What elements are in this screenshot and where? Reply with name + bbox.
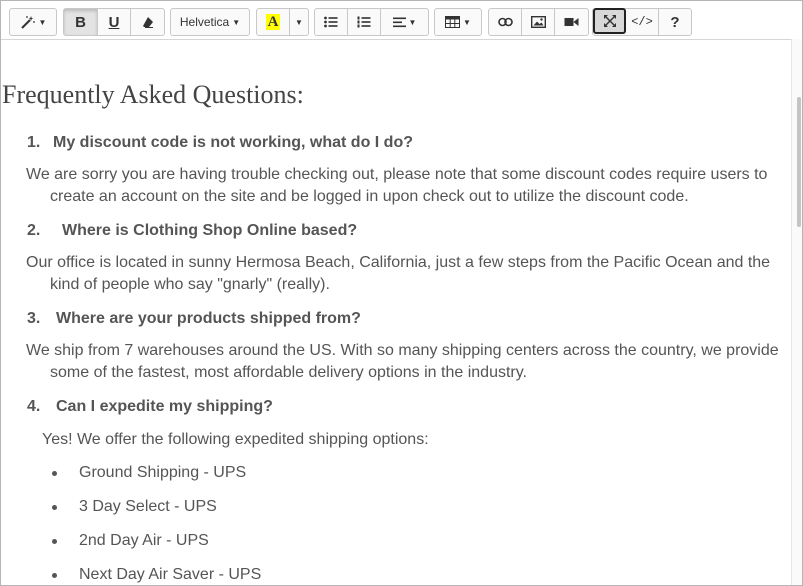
underline-button[interactable]: U: [98, 9, 131, 35]
editor-scrollbar[interactable]: [791, 39, 802, 585]
bullet-dot: [52, 539, 57, 544]
faq-question-text: Where are your products shipped from?: [56, 310, 361, 327]
faq-answer-line: some of the fastest, most affordable del…: [50, 364, 527, 381]
numbered-list-icon: [357, 16, 371, 28]
bullet-dot: [52, 505, 57, 510]
bullet-dot: [52, 573, 57, 578]
faq-number: 2.: [27, 222, 41, 239]
insert-video-button[interactable]: [555, 9, 588, 35]
faq-answer-line: Our office is located in sunny Hermosa B…: [26, 254, 771, 271]
scrollbar-thumb[interactable]: [797, 97, 801, 227]
bullet-list-button[interactable]: [315, 9, 348, 35]
highlight-letter: A: [265, 14, 281, 30]
faq-answer-2: Our office is located in sunny Hermosa B…: [26, 252, 786, 296]
chevron-down-icon: ▼: [38, 17, 47, 27]
image-icon: [530, 16, 546, 28]
clear-format-button[interactable]: [131, 9, 164, 35]
bullet-list-icon: [324, 16, 338, 28]
paragraph-group: ▼: [314, 8, 429, 36]
shipping-option: 3 Day Select - UPS: [79, 498, 217, 515]
faq-answer-3: We ship from 7 warehouses around the US.…: [26, 340, 786, 384]
chevron-down-icon: ▼: [408, 17, 417, 27]
faq-number: 4.: [27, 398, 41, 415]
insert-link-button[interactable]: [489, 9, 522, 35]
faq-question-text: Can I expedite my shipping?: [56, 398, 273, 415]
eraser-icon: [142, 16, 154, 28]
chevron-down-icon: ▼: [232, 17, 241, 27]
faq-question-2: 2. Where is Clothing Shop Online based?: [27, 222, 357, 240]
video-icon: [564, 17, 579, 27]
font-group: Helvetica ▼: [170, 8, 250, 36]
align-left-icon: [392, 17, 406, 28]
faq-question-4: 4. Can I expedite my shipping?: [27, 398, 273, 416]
table-icon: [445, 16, 461, 28]
faq-answer-1: We are sorry you are having trouble chec…: [26, 164, 786, 208]
view-group: </> ?: [592, 8, 692, 36]
editor-frame: ▼ B U Helvetica ▼ A ▼ ▼ ▼ </> ? Frequent…: [0, 0, 803, 586]
table-group: ▼: [434, 8, 482, 36]
magic-wand-icon: [20, 15, 36, 29]
shipping-option: 2nd Day Air - UPS: [79, 532, 209, 549]
faq-question-3: 3. Where are your products shipped from?: [27, 310, 361, 328]
faq-heading: Frequently Asked Questions:: [2, 80, 304, 109]
faq-answer-line: We are sorry you are having trouble chec…: [26, 166, 768, 183]
numbered-list-button[interactable]: [348, 9, 381, 35]
fullscreen-icon: [603, 14, 617, 28]
shipping-option: Ground Shipping - UPS: [79, 464, 247, 481]
help-button[interactable]: ?: [659, 9, 691, 35]
faq-question-text: Where is Clothing Shop Online based?: [62, 222, 358, 239]
format-group: B U: [63, 8, 165, 36]
toolbar: ▼ B U Helvetica ▼ A ▼ ▼ ▼ </> ?: [1, 1, 802, 39]
faq-number: 1.: [27, 134, 41, 151]
font-name-dropdown[interactable]: Helvetica ▼: [171, 9, 249, 35]
highlight-color-button[interactable]: A: [257, 9, 290, 35]
faq-question-1: 1. My discount code is not working, what …: [27, 134, 413, 152]
magic-wand-button[interactable]: ▼: [10, 9, 56, 35]
insert-image-button[interactable]: [522, 9, 555, 35]
faq-answer-line: create an account on the site and be log…: [50, 188, 689, 205]
faq-answer-line: We ship from 7 warehouses around the US.…: [26, 342, 779, 359]
insert-group: [488, 8, 589, 36]
faq-answer-line: kind of people who say "gnarly" (really)…: [50, 276, 330, 293]
faq-question-text: My discount code is not working, what do…: [53, 134, 413, 151]
fullscreen-button[interactable]: [593, 8, 626, 34]
bold-button[interactable]: B: [64, 9, 98, 35]
chevron-down-icon: ▼: [463, 17, 471, 27]
color-group: A ▼: [256, 8, 309, 36]
color-dropdown-button[interactable]: ▼: [290, 9, 308, 35]
faq-answer-4: Yes! We offer the following expedited sh…: [42, 431, 429, 448]
table-dropdown-button[interactable]: ▼: [435, 9, 481, 35]
align-dropdown-button[interactable]: ▼: [381, 9, 428, 35]
faq-number: 3.: [27, 310, 41, 327]
link-icon: [497, 17, 513, 27]
code-view-button[interactable]: </>: [626, 9, 659, 35]
font-name-label: Helvetica: [179, 15, 230, 29]
chevron-down-icon: ▼: [295, 17, 303, 27]
style-group: ▼: [9, 8, 57, 36]
shipping-option: Next Day Air Saver - UPS: [79, 566, 262, 583]
bullet-dot: [52, 471, 57, 476]
